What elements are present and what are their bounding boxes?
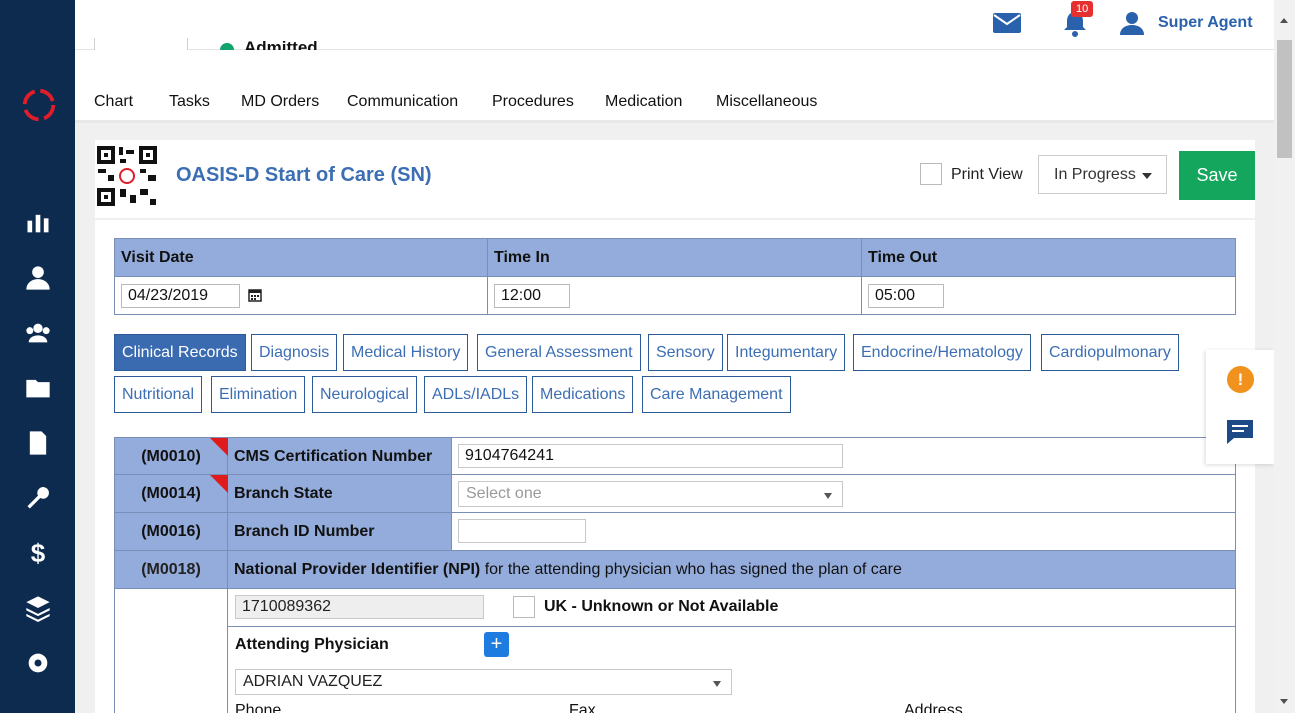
section-tab-clinical-records[interactable]: Clinical Records: [114, 334, 246, 371]
visit-date-input[interactable]: 04/23/2019: [121, 283, 240, 308]
alert-icon[interactable]: !: [1227, 366, 1254, 393]
qr-code-icon: [97, 146, 157, 206]
tab-tasks[interactable]: Tasks: [169, 93, 210, 111]
time-in-header: Time In: [487, 238, 862, 277]
visit-table: Visit Date Time In Time Out 04/23/2019 1…: [114, 238, 1236, 315]
section-tab-nutritional[interactable]: Nutritional: [114, 376, 203, 413]
chat-icon[interactable]: [1226, 419, 1254, 445]
add-physician-button[interactable]: +: [484, 632, 509, 657]
tab-medication[interactable]: Medication: [605, 93, 682, 111]
oasis-row-m0016: (M0016) Branch ID Number: [114, 513, 1236, 551]
section-tab-elimination[interactable]: Elimination: [211, 376, 306, 413]
item-code: (M0016): [114, 513, 228, 550]
save-button[interactable]: Save: [1179, 151, 1255, 200]
caret-down-icon: [824, 493, 832, 499]
user-avatar-icon[interactable]: [1119, 10, 1145, 36]
wrench-icon[interactable]: [22, 482, 54, 514]
section-tab-general-assessment[interactable]: General Assessment: [477, 334, 641, 371]
visit-date-header: Visit Date: [114, 238, 488, 277]
section-tab-medications[interactable]: Medications: [532, 376, 634, 413]
users-group-icon[interactable]: [22, 317, 54, 349]
scroll-thumb[interactable]: [1277, 40, 1292, 158]
form-header: OASIS-D Start of Care (SN) Print View In…: [95, 140, 1255, 218]
top-bar: Upload Image Admitted 10 Super Agent: [75, 0, 1274, 70]
section-tab-medical-history[interactable]: Medical History: [343, 334, 469, 371]
section-tab-care-management[interactable]: Care Management: [642, 376, 791, 413]
branch-state-select[interactable]: Select one: [458, 481, 843, 507]
visit-date-cell: 04/23/2019: [114, 276, 488, 315]
section-tab-diagnosis[interactable]: Diagnosis: [251, 334, 338, 371]
required-flag-icon: [210, 475, 228, 493]
print-view-checkbox[interactable]: [920, 163, 942, 185]
section-tab-cardiopulmonary[interactable]: Cardiopulmonary: [1041, 334, 1179, 371]
patient-icon[interactable]: [22, 262, 54, 294]
oasis-row-m0014: (M0014) Branch State Select one: [114, 475, 1236, 513]
npi-detail-section: 1710089362 UK - Unknown or Not Available…: [114, 589, 1236, 713]
item-value-cell: [452, 513, 1236, 550]
time-out-cell: 05:00: [861, 276, 1236, 315]
section-tab-neurological[interactable]: Neurological: [312, 376, 417, 413]
section-tab-endocrine-hematology[interactable]: Endocrine/Hematology: [853, 334, 1031, 371]
folder-plus-icon[interactable]: [22, 372, 54, 404]
scroll-up-arrow-icon[interactable]: [1280, 18, 1288, 23]
dollar-icon[interactable]: $: [22, 537, 54, 569]
caret-down-icon: [713, 681, 721, 687]
tab-miscellaneous[interactable]: Miscellaneous: [716, 93, 817, 111]
attending-physician-label: Attending Physician: [235, 636, 389, 653]
time-out-input[interactable]: 05:00: [868, 283, 944, 308]
item-label: Branch State: [228, 475, 452, 512]
side-widget: !: [1206, 350, 1274, 464]
item-value-cell: Select one: [452, 475, 1236, 512]
document-icon[interactable]: [22, 427, 54, 459]
print-view-label: Print View: [951, 166, 1023, 183]
app-logo-icon[interactable]: [20, 86, 58, 124]
item-label: Branch ID Number: [228, 513, 452, 550]
form-body: Visit Date Time In Time Out 04/23/2019 1…: [95, 220, 1255, 713]
caret-down-icon: [1142, 173, 1152, 179]
phone-label: Phone: [235, 702, 282, 713]
cms-certification-input[interactable]: 9104764241: [458, 444, 843, 468]
attending-physician-select[interactable]: ADRIAN VAZQUEZ: [235, 669, 732, 695]
address-label: Address: [904, 702, 963, 713]
calendar-icon[interactable]: [248, 288, 263, 303]
chart-bar-icon[interactable]: [22, 207, 54, 239]
form-title: OASIS-D Start of Care (SN): [176, 164, 432, 186]
layers-icon[interactable]: [22, 592, 54, 624]
left-nav: $: [0, 0, 75, 713]
unknown-checkbox[interactable]: [513, 596, 535, 618]
time-in-cell: 12:00: [487, 276, 862, 315]
oasis-row-m0018: (M0018) National Provider Identifier (NP…: [114, 551, 1236, 589]
fax-label: Fax: [569, 702, 596, 713]
tab-communication[interactable]: Communication: [347, 93, 458, 111]
tab-procedures[interactable]: Procedures: [492, 93, 574, 111]
npi-input[interactable]: 1710089362: [235, 595, 484, 619]
item-value-cell: 9104764241: [452, 438, 1236, 474]
vertical-scrollbar[interactable]: [1274, 0, 1295, 713]
notification-count-badge: 10: [1071, 1, 1094, 17]
chart-tab-menu: Chart Tasks MD Orders Communication Proc…: [75, 50, 1274, 123]
section-tab-integumentary[interactable]: Integumentary: [727, 334, 846, 371]
time-in-input[interactable]: 12:00: [494, 283, 570, 308]
tab-md-orders[interactable]: MD Orders: [241, 93, 319, 111]
settings-gear-icon[interactable]: [22, 647, 54, 679]
section-tab-sensory[interactable]: Sensory: [648, 334, 723, 371]
section-tab-adls-iadls[interactable]: ADLs/IADLs: [424, 376, 528, 413]
time-out-header: Time Out: [861, 238, 1236, 277]
tab-chart[interactable]: Chart: [94, 93, 133, 111]
item-label: CMS Certification Number: [228, 438, 452, 474]
scroll-down-arrow-icon[interactable]: [1280, 699, 1288, 704]
mail-icon[interactable]: [992, 10, 1022, 36]
oasis-row-m0010: (M0010) CMS Certification Number 9104764…: [114, 437, 1236, 475]
item-code: (M0018): [115, 551, 228, 588]
required-flag-icon: [210, 438, 228, 456]
branch-id-input[interactable]: [458, 519, 586, 543]
status-dropdown[interactable]: In Progress: [1038, 155, 1167, 194]
item-label: National Provider Identifier (NPI) for t…: [234, 561, 902, 578]
user-name-link[interactable]: Super Agent: [1158, 14, 1253, 32]
unknown-label: UK - Unknown or Not Available: [544, 598, 779, 615]
